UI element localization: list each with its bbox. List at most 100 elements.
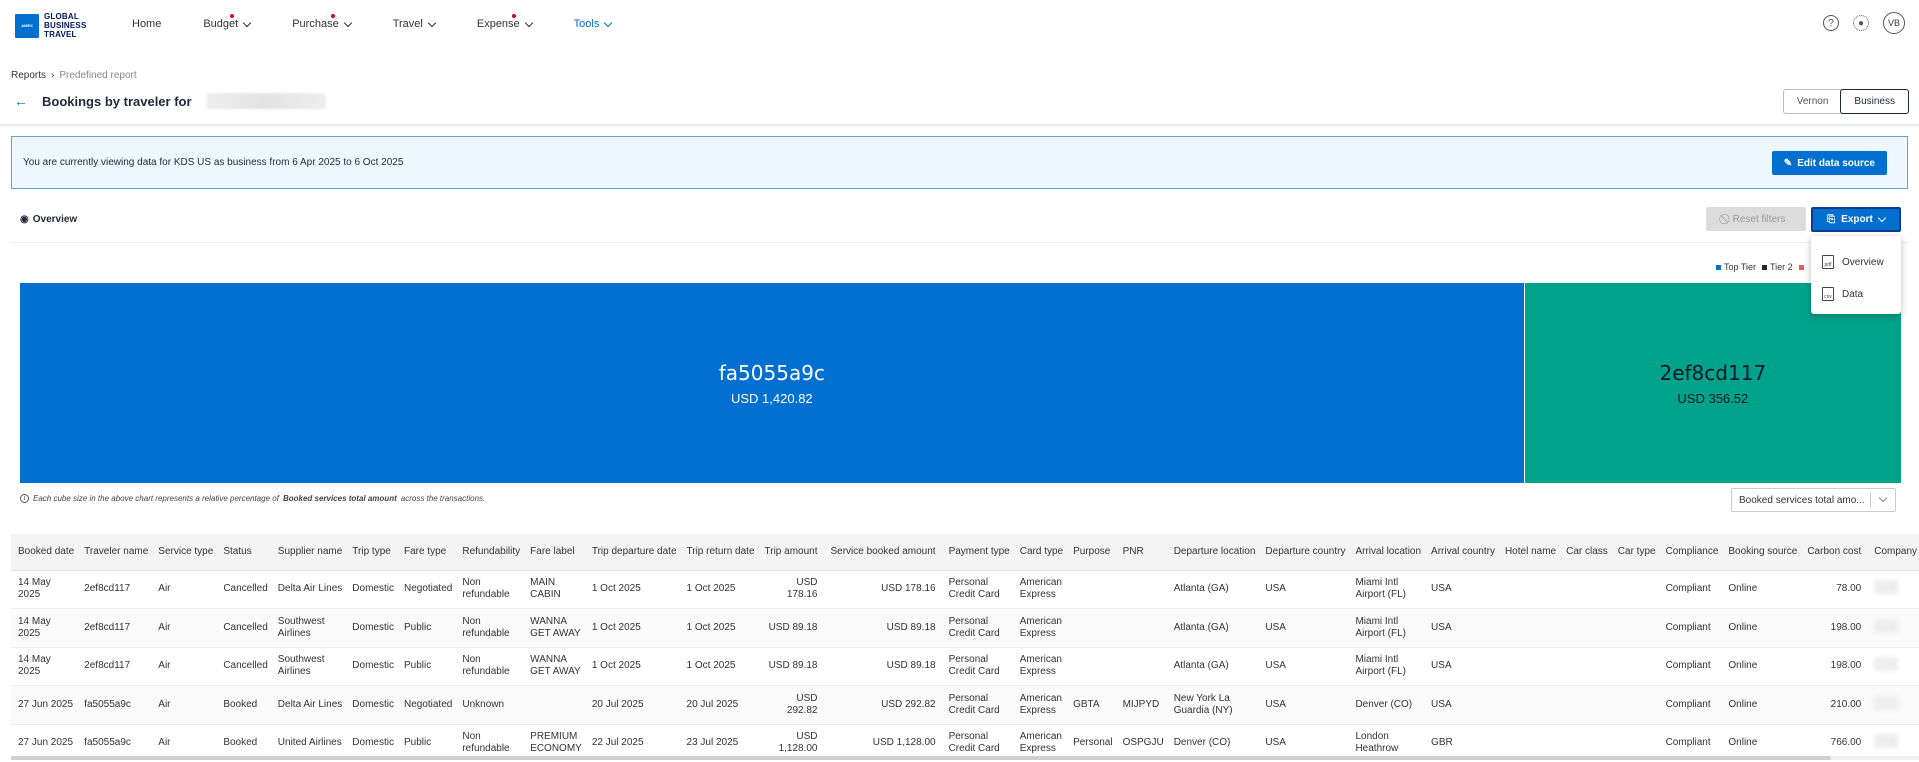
treemap-tile-fa5055a9c[interactable]: fa5055a9c USD 1,420.82 <box>20 283 1524 483</box>
table-cell: USA <box>1258 608 1349 648</box>
export-data-item[interactable]: csv Data <box>1811 278 1901 310</box>
column-header[interactable]: Car class <box>1559 534 1611 571</box>
chevron-down-icon <box>343 18 352 27</box>
tile-name: fa5055a9c <box>718 360 825 385</box>
column-header[interactable]: Departure location <box>1166 534 1259 571</box>
export-overview-item[interactable]: pdf Overview <box>1811 246 1901 278</box>
column-header[interactable]: Fare type <box>396 534 456 571</box>
table-cell: 14 May 2025 <box>11 608 78 648</box>
table-row[interactable]: 27 Jun 2025 fa5055a9c Air Booked United Airl… <box>11 724 1919 754</box>
column-header[interactable]: Arrival location <box>1348 534 1425 571</box>
table-cell: USD 1,128.00 <box>823 724 942 754</box>
column-header[interactable]: Service type <box>151 534 217 571</box>
table-cell: American Express <box>1012 608 1067 648</box>
table-row[interactable]: 14 May 2025 2ef8cd117 Air Cancelled Southwes… <box>11 647 1919 686</box>
horizontal-scrollbar[interactable] <box>11 756 1919 760</box>
column-header[interactable]: Refundability <box>455 534 524 571</box>
export-button[interactable]: ⎘ Export <box>1811 207 1901 232</box>
table-cell: 14 May 2025 <box>11 647 78 686</box>
table-row[interactable]: 27 Jun 2025 fa5055a9c Air Booked Delta Air L… <box>11 685 1919 725</box>
toggle-business[interactable]: Business <box>1840 89 1909 114</box>
page-title: Bookings by traveler for <box>42 93 192 109</box>
column-header[interactable]: Service booked amount <box>823 534 942 571</box>
column-header[interactable]: Purpose <box>1066 534 1116 571</box>
csv-file-icon: csv <box>1822 287 1834 301</box>
column-header[interactable]: Card type <box>1012 534 1067 571</box>
nav-item-home[interactable]: Home <box>132 18 161 30</box>
column-header[interactable]: Company <box>1867 534 1919 571</box>
table-cell: Domestic <box>345 570 397 609</box>
table-cell: Atlanta (GA) <box>1166 608 1259 648</box>
table-cell: 766.00 <box>1800 724 1868 754</box>
gear-icon[interactable]: ● <box>1853 15 1869 31</box>
table-row[interactable]: 14 May 2025 2ef8cd117 Air Cancelled Southwes… <box>11 608 1919 648</box>
column-header[interactable]: Fare label <box>523 534 585 571</box>
table-cell: 198.00 <box>1800 647 1868 686</box>
table-cell: Public <box>396 724 456 754</box>
table-cell <box>1559 570 1611 609</box>
nav-item-travel[interactable]: Travel <box>393 18 437 30</box>
column-header[interactable]: Trip amount <box>757 534 824 571</box>
table-cell <box>1610 685 1659 725</box>
table-cell: Compliant <box>1658 570 1722 609</box>
table-cell: USA <box>1424 685 1498 725</box>
table-cell: Online <box>1721 685 1801 725</box>
toggle-vernon[interactable]: Vernon <box>1784 90 1842 113</box>
reset-filters-button[interactable]: ⃠ Reset filters <box>1706 207 1806 231</box>
breadcrumb-reports[interactable]: Reports <box>11 70 46 81</box>
column-header[interactable]: Trip return date <box>679 534 758 571</box>
column-header[interactable]: Departure country <box>1258 534 1349 571</box>
notification-dot <box>511 14 516 18</box>
table-cell: 2ef8cd117 <box>77 647 152 686</box>
column-header[interactable]: Compliance <box>1658 534 1722 571</box>
table-cell: 78.00 <box>1800 570 1868 609</box>
brand-line-1: GLOBAL <box>44 12 79 21</box>
redacted-company-cell <box>1874 695 1899 710</box>
column-header[interactable]: Supplier name <box>270 534 346 571</box>
table-row[interactable]: 14 May 2025 2ef8cd117 Air Cancelled Delta Ai… <box>11 570 1919 609</box>
column-header[interactable]: Booked date <box>11 534 78 571</box>
nav-item-expense[interactable]: Expense <box>477 14 533 30</box>
column-header[interactable]: Trip departure date <box>584 534 680 571</box>
metric-select[interactable]: Booked services total amo... <box>1731 488 1896 512</box>
table-cell <box>1610 570 1659 609</box>
column-header[interactable]: Status <box>216 534 271 571</box>
scrollbar-thumb[interactable] <box>11 756 1831 760</box>
table-cell: WANNA GET AWAY <box>523 608 585 648</box>
edit-data-source-button[interactable]: ✎ Edit data source <box>1771 151 1887 175</box>
table-cell: London Heathrow <box>1348 724 1425 754</box>
column-header[interactable]: Traveler name <box>77 534 152 571</box>
section-divider <box>11 242 1908 243</box>
column-header[interactable]: Booking source <box>1721 534 1801 571</box>
nav-item-label: Tools <box>573 18 600 30</box>
column-header[interactable]: Carbon cost <box>1800 534 1868 571</box>
table-cell <box>1867 647 1919 686</box>
column-header[interactable]: Payment type <box>941 534 1013 571</box>
column-header[interactable]: Trip type <box>345 534 397 571</box>
eye-icon: ◉ <box>20 214 29 225</box>
legend-top-tier[interactable]: Top Tier <box>1716 262 1756 272</box>
column-header[interactable]: Car type <box>1610 534 1659 571</box>
nav-item-tools[interactable]: Tools <box>573 18 613 30</box>
nav-item-budget[interactable]: Budget <box>203 14 252 30</box>
avatar[interactable]: VB <box>1883 12 1905 34</box>
column-header[interactable]: Arrival country <box>1424 534 1498 571</box>
table-cell: 27 Jun 2025 <box>11 724 78 754</box>
legend-tier-3[interactable] <box>1798 262 1807 272</box>
table-cell: 2ef8cd117 <box>77 608 152 648</box>
brand-logo[interactable]: AMEX GLOBAL BUSINESS TRAVEL <box>15 12 87 39</box>
column-header[interactable]: Hotel name <box>1497 534 1560 571</box>
legend-tier-2[interactable]: Tier 2 <box>1762 262 1793 272</box>
chart-note: i Each cube size in the above chart repr… <box>20 494 485 503</box>
nav-item-label: Budget <box>203 18 239 30</box>
chevron-down-icon <box>1877 213 1887 223</box>
nav-item-label: Purchase <box>292 18 339 30</box>
column-header[interactable]: PNR <box>1115 534 1167 571</box>
metric-select-value: Booked services total amo... <box>1739 494 1865 506</box>
redacted-company-cell <box>1874 734 1899 749</box>
main-nav: Home Budget Purchase Travel Expense Tools <box>132 0 653 48</box>
nav-item-purchase[interactable]: Purchase <box>292 14 352 30</box>
back-arrow-icon[interactable]: ← <box>14 93 28 109</box>
question-icon[interactable]: ? <box>1823 15 1839 31</box>
overview-tab[interactable]: ◉ Overview <box>20 214 77 225</box>
